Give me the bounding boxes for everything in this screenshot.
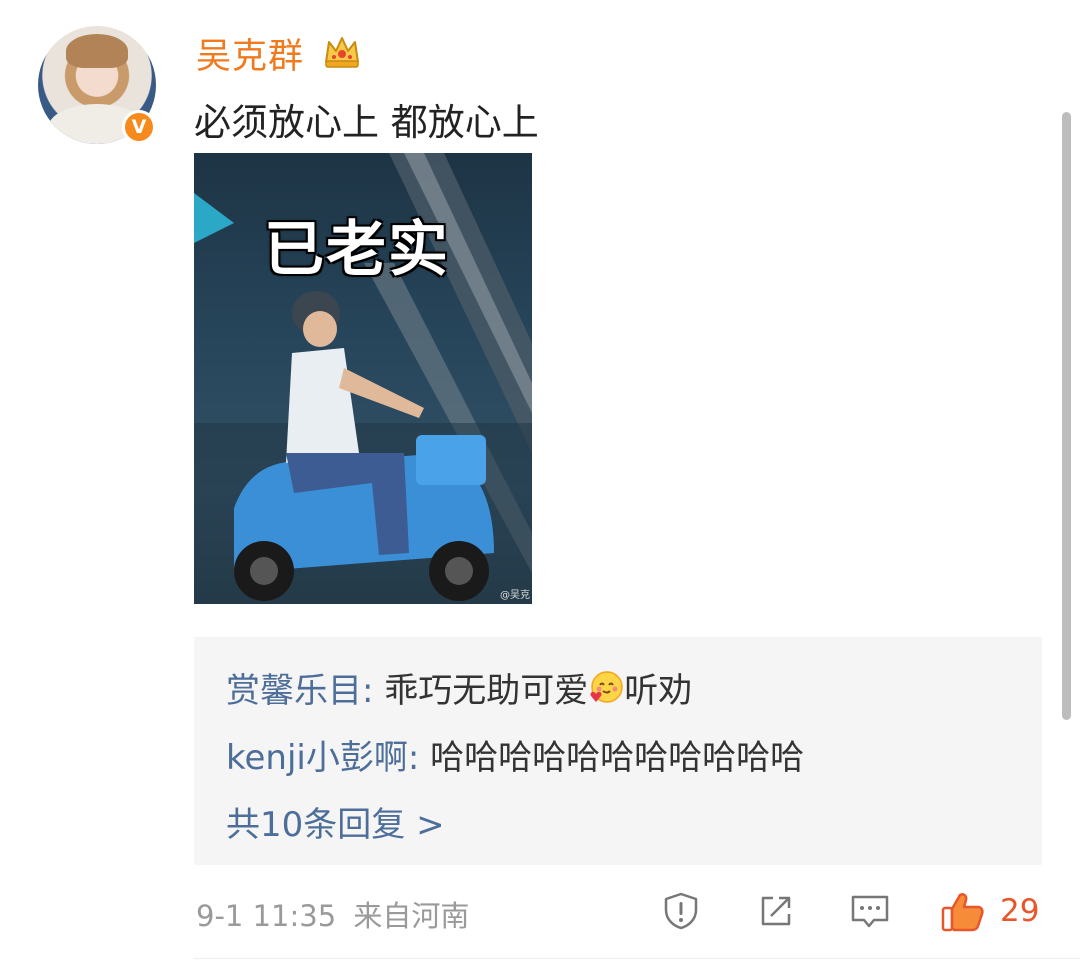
scrollbar[interactable] (1062, 112, 1071, 720)
share-icon[interactable] (755, 890, 797, 932)
report-icon[interactable] (660, 890, 702, 932)
view-all-replies-link[interactable]: 共10条回复 > (226, 797, 445, 846)
avatar-hair (66, 34, 128, 68)
reply-text-tail: 听劝 (624, 671, 693, 711)
smiling-face-with-heart-icon (590, 671, 624, 703)
replies-panel: 赏馨乐目: 乖巧无助可爱 听劝 kenji小彭啊: 哈哈哈哈哈哈哈哈哈哈哈 共1… (194, 637, 1042, 865)
crown-icon (325, 37, 359, 68)
reply-author[interactable]: kenji小彭啊 (226, 738, 408, 778)
reply-separator: : (407, 738, 431, 778)
post-timestamp: 9-1 11:35 (196, 899, 337, 933)
post-text: 必须放心上 都放心上 (194, 101, 539, 144)
reply-item[interactable]: 赏馨乐目: 乖巧无助可爱 听劝 (226, 663, 692, 712)
image-overlay-text: 已老实 (264, 215, 450, 285)
reply-text: 乖巧无助可爱 (384, 671, 589, 711)
divider (194, 958, 1080, 959)
verified-badge: V (122, 110, 156, 144)
post-meta: 9-1 11:35 来自河南 (196, 893, 469, 935)
reply-separator: : (362, 671, 385, 711)
like-count: 29 (1000, 893, 1040, 929)
comment-icon[interactable] (848, 890, 892, 932)
reply-item[interactable]: kenji小彭啊: 哈哈哈哈哈哈哈哈哈哈哈 (226, 730, 804, 779)
post-source: 来自河南 (353, 899, 470, 933)
reply-author[interactable]: 赏馨乐目 (226, 671, 362, 711)
post-image[interactable]: 已老实 @吴克 (194, 153, 532, 604)
image-watermark: @吴克 (500, 590, 530, 601)
author-name[interactable]: 吴克群 (196, 28, 304, 79)
like-icon[interactable] (940, 890, 986, 934)
reply-text: 哈哈哈哈哈哈哈哈哈哈哈 (430, 738, 805, 778)
